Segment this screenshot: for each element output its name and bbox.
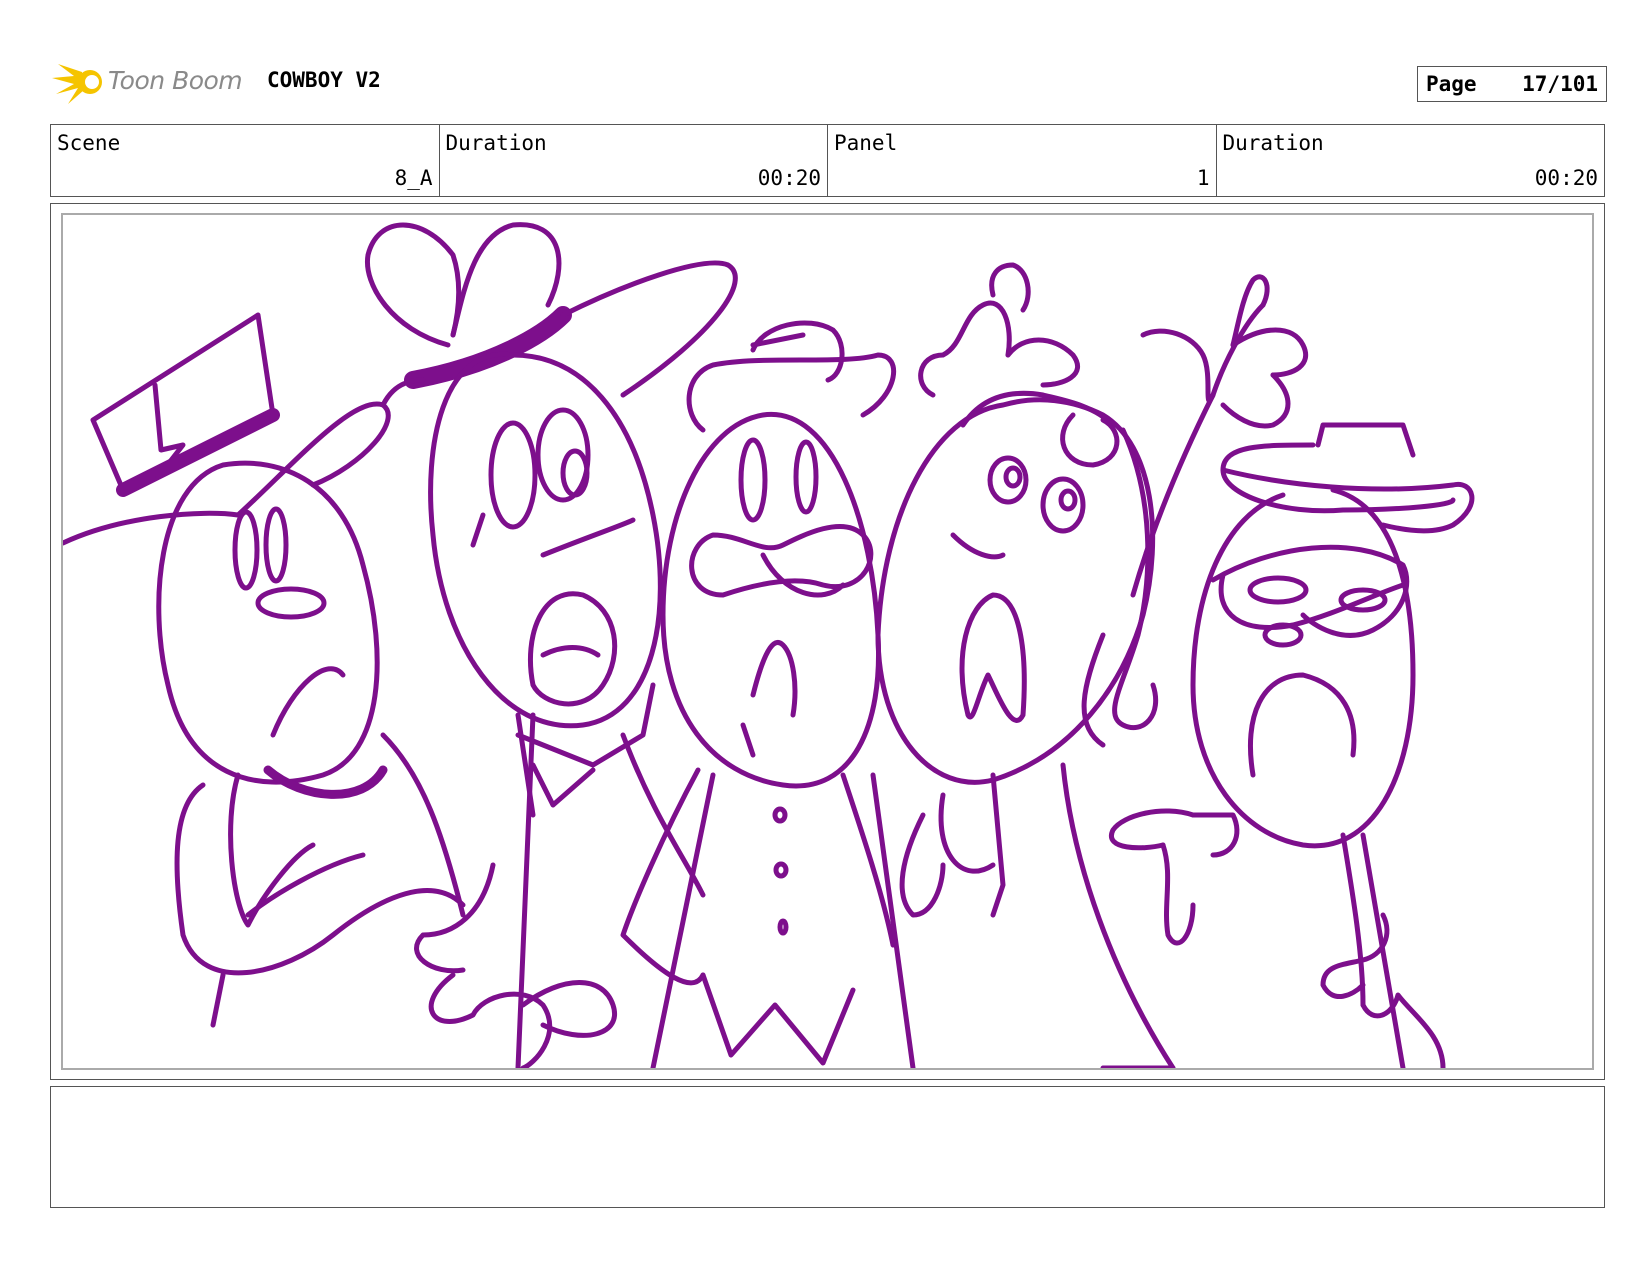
storyboard-panel-frame xyxy=(50,203,1605,1080)
scene-duration-value: 00:20 xyxy=(757,166,821,190)
page-header: Toon Boom COWBOY V2 Page 17/101 xyxy=(52,58,1607,108)
page-label: Page xyxy=(1426,72,1477,96)
storyboard-drawing-area xyxy=(61,213,1594,1070)
scene-duration-cell: Duration 00:20 xyxy=(440,125,828,196)
page-indicator: Page 17/101 xyxy=(1417,66,1607,102)
scene-value: 8_A xyxy=(394,166,433,190)
logo-text: Toon Boom xyxy=(108,66,243,95)
panel-label: Panel xyxy=(834,131,898,155)
scene-duration-label: Duration xyxy=(445,131,547,155)
scene-info-table: Scene 8_A Duration 00:20 Panel 1 Duratio… xyxy=(50,124,1605,197)
panel-value: 1 xyxy=(1196,166,1210,190)
toon-boom-logo: Toon Boom xyxy=(52,58,252,108)
character-sketch xyxy=(63,222,1475,1068)
burst-icon xyxy=(52,64,102,104)
project-title: COWBOY V2 xyxy=(267,68,381,92)
panel-duration-cell: Duration 00:20 xyxy=(1217,125,1605,196)
scene-label: Scene xyxy=(57,131,121,155)
character-mustache xyxy=(620,320,916,1068)
panel-duration-value: 00:20 xyxy=(1534,166,1598,190)
scene-cell: Scene 8_A xyxy=(51,125,440,196)
panel-notes-box xyxy=(50,1086,1605,1208)
panel-duration-label: Duration xyxy=(1222,131,1324,155)
character-raised-hand xyxy=(1100,274,1475,1068)
character-top-hat xyxy=(63,312,466,1028)
page-number: 17/101 xyxy=(1522,72,1598,96)
character-curly-hair xyxy=(875,262,1176,1068)
panel-cell: Panel 1 xyxy=(828,125,1217,196)
